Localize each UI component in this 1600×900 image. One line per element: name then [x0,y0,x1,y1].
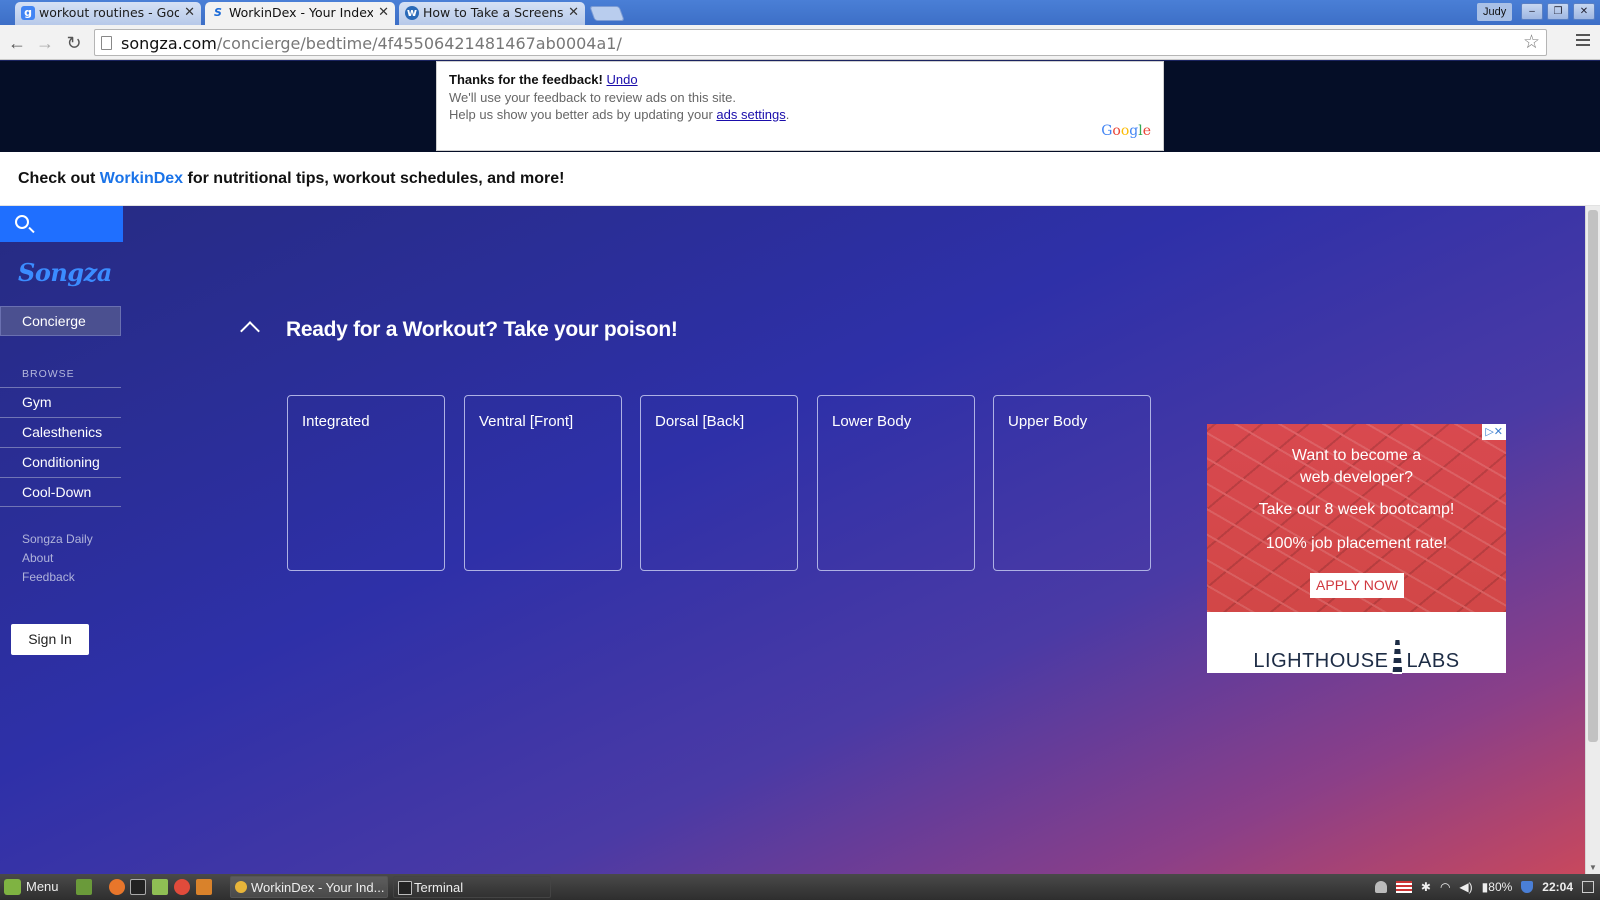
scroll-down-arrow-icon[interactable]: ▼ [1589,863,1597,872]
browse-heading: BROWSE [22,368,75,380]
ads-settings-link[interactable]: ads settings [716,107,785,122]
lighthouse-labs-ad[interactable]: Want to become a web developer? Take our… [1207,424,1506,674]
sublime-icon[interactable] [196,879,212,895]
clock[interactable]: 22:04 [1542,880,1573,894]
tab-close-icon[interactable]: ✕ [568,2,579,23]
address-bar[interactable]: songza.com/concierge/bedtime/4f455064214… [94,29,1547,56]
collapse-chevron-icon[interactable] [240,321,260,341]
ad-feedback-panel: Thanks for the feedback! Undo We'll use … [436,61,1164,151]
ad-banner-area: Thanks for the feedback! Undo We'll use … [0,61,1600,152]
forward-arrow-icon[interactable]: → [33,31,57,55]
about-link[interactable]: About [22,549,93,568]
page-scrollbar[interactable]: ▼ [1585,206,1600,874]
tab-title: WorkinDex - Your Index [229,5,373,20]
bookmark-star-icon[interactable]: ☆ [1523,31,1540,54]
volume-icon[interactable]: ◀) [1459,880,1472,894]
back-arrow-icon[interactable]: ← [5,31,29,55]
show-desktop-icon[interactable] [76,879,92,895]
sign-in-button[interactable]: Sign In [11,624,89,655]
sidebar-item-calesthenics[interactable]: Calesthenics [0,417,121,447]
sidebar-item-conditioning[interactable]: Conditioning [0,447,121,477]
tab-title: How to Take a Screensho [423,5,563,20]
apply-now-button[interactable]: APPLY NOW [1310,573,1404,598]
feedback-line-1: We'll use your feedback to review ads on… [449,89,736,105]
songza-daily-link[interactable]: Songza Daily [22,530,93,549]
sidebar: Songza Concierge BROWSE Gym Calesthenics… [0,206,123,874]
adchoices-close-icon[interactable]: ▷✕ [1482,424,1506,440]
browser-toolbar: ← → ↻ songza.com/concierge/bedtime/4f455… [0,25,1600,60]
tab-title: workout routines - Googl [39,5,179,20]
battery-icon[interactable]: ▮80% [1482,880,1513,894]
footer-links: Songza Daily About Feedback [22,530,93,587]
user-icon[interactable] [1374,881,1387,893]
start-menu-button[interactable]: Menu [4,878,59,896]
ad-bootcamp-text: Take our 8 week bootcamp! [1258,501,1455,518]
feedback-line-2: Help us show you better ads by updating … [449,107,790,122]
chrome-menu-icon[interactable] [1576,34,1590,49]
browser-tab-strip: g workout routines - Googl ✕ S WorkinDex… [0,0,1600,25]
wifi-icon[interactable]: ◠ [1440,880,1450,894]
url-text[interactable]: songza.com/concierge/bedtime/4f455064214… [121,34,622,53]
terminal-launcher-icon[interactable] [130,879,146,895]
show-desktop-tray-icon[interactable] [1582,881,1594,893]
songza-logo[interactable]: Songza [18,258,112,287]
section-title: Ready for a Workout? Take your poison! [286,318,678,341]
search-icon [15,215,29,229]
bluetooth-icon[interactable]: ✱ [1421,880,1431,894]
ad-placement-text: 100% job placement rate! [1265,535,1448,552]
tab-workout-routines[interactable]: g workout routines - Googl ✕ [15,2,201,25]
new-tab-button[interactable] [589,6,625,21]
undo-link[interactable]: Undo [607,72,638,87]
workout-card-ventral[interactable]: Ventral [Front] [464,395,622,571]
close-window-button[interactable]: ✕ [1573,3,1595,20]
tab-close-icon[interactable]: ✕ [184,2,195,23]
tab-close-icon[interactable]: ✕ [378,2,389,23]
taskbar-task-workindex[interactable]: WorkinDex - Your Ind... [230,876,388,898]
ad-hero: Want to become a web developer? Take our… [1207,424,1506,612]
sidebar-item-cool-down[interactable]: Cool-Down [0,477,121,507]
battery-percent: 80% [1488,880,1513,894]
lighthouse-labs-logo: LIGHTHOUSE LABS [1207,640,1506,674]
shield-icon[interactable] [1521,881,1534,893]
profile-user-badge[interactable]: Judy [1477,3,1513,21]
sidebar-item-gym[interactable]: Gym [0,387,121,417]
browse-list: Gym Calesthenics Conditioning Cool-Down [0,387,121,507]
os-taskbar: Menu WorkinDex - Your Ind... Terminal ✱ … [0,874,1600,900]
google-logo: Google [1101,122,1151,139]
feedback-link[interactable]: Feedback [22,568,93,587]
sidebar-item-concierge[interactable]: Concierge [0,306,121,336]
taskbar-task-terminal[interactable]: Terminal [393,876,551,898]
chrome-launcher-icon[interactable] [174,879,190,895]
firefox-icon[interactable] [109,879,125,895]
workout-card-integrated[interactable]: Integrated [287,395,445,571]
scrollbar-thumb[interactable] [1588,210,1598,742]
wikihow-favicon-icon: w [405,6,419,20]
keyboard-layout-flag-icon[interactable] [1395,881,1412,893]
system-tray: ✱ ◠ ◀) ▮80% 22:04 [1374,874,1600,900]
google-favicon-icon: g [21,6,35,20]
tab-workindex[interactable]: S WorkinDex - Your Index ✕ [205,2,395,25]
tab-screenshot-howto[interactable]: w How to Take a Screensho ✕ [399,2,585,25]
search-button[interactable] [0,206,123,242]
workout-card-lower-body[interactable]: Lower Body [817,395,975,571]
ad-brand-area: LIGHTHOUSE LABS [1207,612,1506,674]
reload-icon[interactable]: ↻ [62,31,86,55]
files-icon[interactable] [152,879,168,895]
ad-headline-2: web developer? [1300,469,1413,486]
songza-app: Songza Concierge BROWSE Gym Calesthenics… [0,206,1585,874]
ad-headline-1: Want to become a [1291,447,1422,464]
workout-card-upper-body[interactable]: Upper Body [993,395,1151,571]
songza-favicon-icon: S [214,6,222,19]
workindex-link[interactable]: WorkinDex [100,170,183,187]
minimize-window-button[interactable]: – [1521,3,1543,20]
page-icon [101,36,112,50]
restore-window-button[interactable]: ❐ [1547,3,1569,20]
workout-card-dorsal[interactable]: Dorsal [Back] [640,395,798,571]
promo-banner: Check out WorkinDex for nutritional tips… [0,152,1600,206]
feedback-thanks: Thanks for the feedback! [449,72,603,87]
lighthouse-icon [1392,640,1403,674]
